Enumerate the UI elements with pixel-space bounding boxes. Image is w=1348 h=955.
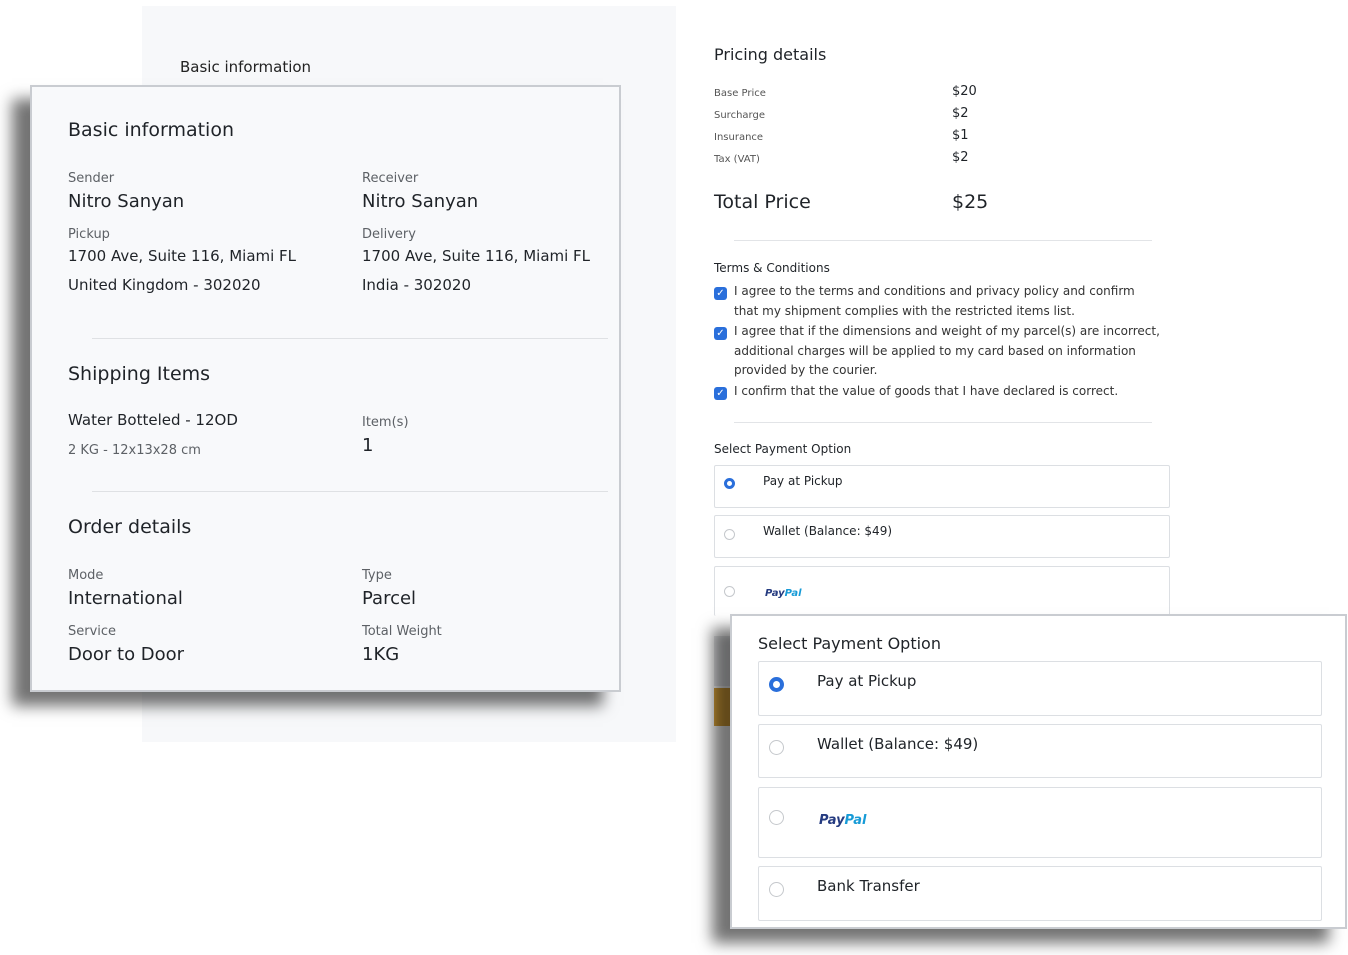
service-label: Service — [68, 624, 117, 639]
delivery-country: India - 302020 — [362, 276, 472, 294]
basic-info-title: Basic information — [68, 119, 234, 141]
payment-option-bank-transfer[interactable]: Bank Transfer — [758, 866, 1322, 921]
divider — [92, 338, 608, 339]
order-details-title: Order details — [68, 516, 192, 538]
base-price-label: Base Price — [714, 88, 766, 99]
payment-options-card: Select Payment Option Pay at Pickup Wall… — [730, 614, 1347, 929]
paypal-logo-icon: PayPal — [819, 813, 867, 828]
pricing-title: Pricing details — [714, 45, 827, 64]
item-spec: 2 KG - 12x13x28 cm — [68, 443, 201, 458]
payment-option-pickup[interactable]: Pay at Pickup — [758, 661, 1322, 716]
radio-icon[interactable] — [724, 586, 735, 597]
surcharge-value: $2 — [952, 106, 969, 121]
item-name: Water Botteled - 12OD — [68, 411, 238, 429]
radio-icon[interactable] — [769, 882, 784, 897]
insurance-label: Insurance — [714, 132, 764, 143]
divider — [92, 491, 608, 492]
pickup-country: United Kingdom - 302020 — [68, 276, 261, 294]
pickup-address: 1700 Ave, Suite 116, Miami FL — [68, 247, 297, 265]
terms-text-1: I agree to the terms and conditions and … — [734, 284, 1135, 318]
surcharge-label: Surcharge — [714, 110, 765, 121]
payment-option-paypal-small[interactable]: PayPal — [714, 566, 1170, 616]
payment-option-wallet[interactable]: Wallet (Balance: $49) — [758, 724, 1322, 778]
service-value: Door to Door — [68, 644, 185, 665]
terms-checkbox-1[interactable]: ✓ — [714, 287, 727, 300]
type-value: Parcel — [362, 588, 417, 609]
payment-title: Select Payment Option — [758, 634, 941, 653]
terms-checkbox-3[interactable]: ✓ — [714, 387, 727, 400]
tax-label: Tax (VAT) — [714, 154, 760, 165]
insurance-value: $1 — [952, 128, 969, 143]
terms-checkbox-2[interactable]: ✓ — [714, 327, 727, 340]
payment-option-paypal[interactable]: PayPal — [758, 787, 1322, 858]
payment-option-wallet-small[interactable]: Wallet (Balance: $49) — [714, 515, 1170, 558]
sender-name: Nitro Sanyan — [68, 191, 185, 212]
radio-selected-icon[interactable] — [769, 677, 784, 692]
divider — [734, 240, 1152, 241]
terms-title: Terms & Conditions — [714, 261, 830, 275]
payment-option-label: Wallet (Balance: $49) — [817, 735, 979, 753]
total-price-value: $25 — [952, 191, 989, 213]
radio-icon[interactable] — [724, 529, 735, 540]
terms-text-3: I confirm that the value of goods that I… — [734, 384, 1119, 398]
items-label: Item(s) — [362, 415, 409, 430]
type-label: Type — [362, 568, 392, 583]
base-price-value: $20 — [952, 84, 977, 99]
receiver-label: Receiver — [362, 171, 419, 186]
divider — [734, 422, 1152, 423]
radio-selected-icon[interactable] — [724, 478, 735, 489]
payment-option-label: Bank Transfer — [817, 877, 920, 895]
terms-text-2: I agree that if the dimensions and weigh… — [734, 324, 1160, 377]
mode-label: Mode — [68, 568, 104, 583]
payment-option-label: Pay at Pickup — [817, 672, 917, 690]
payment-title-small: Select Payment Option — [714, 442, 852, 456]
receiver-name: Nitro Sanyan — [362, 191, 479, 212]
delivery-label: Delivery — [362, 227, 416, 242]
radio-icon[interactable] — [769, 740, 784, 755]
delivery-address: 1700 Ave, Suite 116, Miami FL — [362, 247, 591, 265]
order-summary-card: Basic information Sender Nitro Sanyan Re… — [30, 85, 621, 692]
tax-value: $2 — [952, 150, 969, 165]
payment-option-pickup-small[interactable]: Pay at Pickup — [714, 465, 1170, 508]
background-section-title: Basic information — [180, 58, 312, 76]
total-price-label: Total Price — [714, 191, 811, 213]
weight-value: 1KG — [362, 644, 400, 665]
radio-icon[interactable] — [769, 810, 784, 825]
weight-label: Total Weight — [362, 624, 442, 639]
paypal-logo-icon: PayPal — [765, 588, 802, 599]
payment-option-label: Wallet (Balance: $49) — [763, 524, 893, 538]
pickup-label: Pickup — [68, 227, 110, 242]
sender-label: Sender — [68, 171, 115, 186]
items-count: 1 — [362, 435, 374, 456]
payment-option-label: Pay at Pickup — [763, 474, 843, 488]
shipping-items-title: Shipping Items — [68, 363, 211, 385]
mode-value: International — [68, 588, 183, 609]
